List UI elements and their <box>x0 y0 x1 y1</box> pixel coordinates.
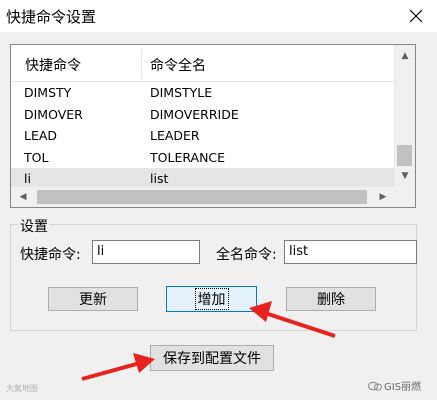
watermark-left: 大氣地图 <box>6 384 38 393</box>
watermark-right: GIS丽燃 <box>368 378 421 393</box>
red-arrow-save <box>81 353 155 381</box>
red-arrow-add <box>249 301 336 338</box>
wechat-icon <box>368 381 382 390</box>
annotation-arrows <box>81 301 336 381</box>
watermark-right-text: GIS丽燃 <box>384 382 422 393</box>
